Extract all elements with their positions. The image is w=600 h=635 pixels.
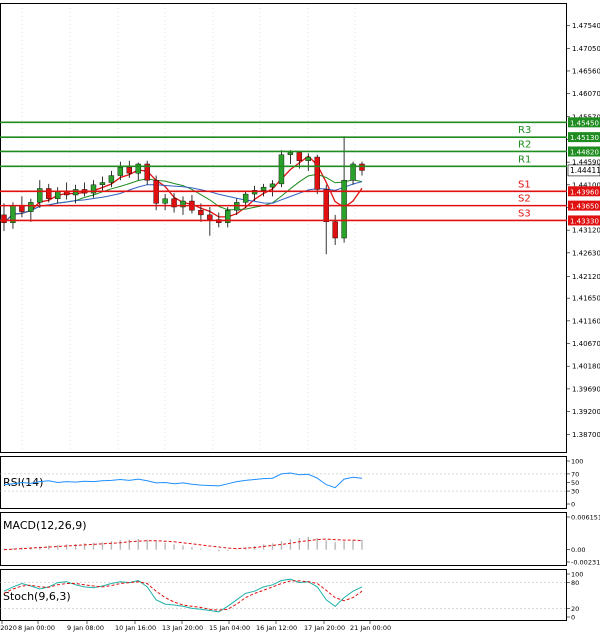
candle-body [341, 179, 347, 239]
price-tick-label: 1.39200 [572, 408, 600, 416]
time-tick-label: 15 Jan 04:00 [209, 624, 250, 632]
level-price-label: 1.43330 [570, 217, 599, 225]
stoch-tick-label: 0 [571, 614, 575, 622]
current-price-tag: 1.44411 [567, 164, 600, 177]
time-tick-label: 8 Jan 00:00 [18, 624, 55, 632]
macd-tick-label: -0.002318 [571, 559, 600, 567]
candle-body [126, 167, 133, 174]
level-price-label: 1.45450 [570, 119, 599, 127]
candle-body [162, 198, 168, 204]
price-tick-label: 1.41650 [572, 295, 600, 303]
price-tick-label: 1.47540 [572, 22, 600, 30]
level-name: S2 [518, 194, 531, 205]
price-chart: 1.475401.470501.465601.460701.455701.450… [0, 0, 600, 635]
candle-body [108, 175, 115, 183]
time-tick-label: 9 Jan 08:00 [67, 624, 104, 632]
price-tick-label: 1.43120 [572, 227, 600, 235]
candle-body [242, 193, 249, 203]
price-tick-label: 1.42120 [572, 273, 600, 281]
level-name: R3 [518, 125, 531, 136]
candle-body [260, 186, 267, 191]
level-price-label: 1.44820 [570, 148, 599, 156]
price-tick-label: 1.41160 [572, 317, 600, 325]
candle-body [63, 191, 70, 196]
level-price-label: 1.43960 [570, 188, 599, 196]
time-tick-label: 16 Jan 12:00 [256, 624, 297, 632]
price-tick-label: 1.47050 [572, 45, 600, 53]
price-tick-label: 1.39690 [572, 385, 600, 393]
price-tick-label: 1.46560 [572, 67, 600, 75]
candle-body [46, 188, 52, 199]
time-tick-label: 8 Jan 2020 [0, 624, 17, 632]
candle-body [287, 152, 294, 155]
rsi-tick-label: 0 [571, 501, 575, 509]
level-name: S3 [518, 208, 531, 219]
level-name: R1 [518, 154, 531, 165]
candle-body [278, 154, 285, 185]
candle-body [296, 152, 303, 161]
time-tick-label: 17 Jan 20:00 [304, 624, 345, 632]
level-name: R2 [518, 139, 531, 150]
level-price-label: 1.45130 [570, 134, 599, 142]
candle-body [28, 202, 34, 212]
level-price-label: 1.43650 [570, 203, 599, 211]
time-tick-label: 10 Jan 16:00 [115, 624, 156, 632]
candle-body [314, 156, 320, 190]
candle-body [332, 221, 338, 239]
stoch-title: Stoch(9,6,3) [3, 590, 71, 603]
candle-body [305, 156, 311, 161]
rsi-tick-label: 30 [571, 488, 579, 496]
candle-body [19, 205, 25, 212]
candle-body [117, 167, 124, 176]
rsi-tick-label: 50 [571, 479, 579, 487]
price-tick-label: 1.40670 [572, 340, 600, 348]
candle-body [55, 191, 61, 199]
level-name: S1 [518, 179, 531, 190]
stoch-tick-label: 100 [571, 571, 583, 579]
candle-body [1, 214, 7, 223]
candle-body [207, 214, 213, 220]
macd-tick-label: 0.00 [571, 546, 585, 554]
candle-body [99, 182, 106, 186]
time-tick-label: 13 Jan 20:00 [162, 624, 203, 632]
candle-body [269, 183, 276, 188]
candle-body [135, 163, 141, 174]
rsi-tick-label: 100 [571, 458, 583, 466]
current-price-label: 1.44411 [570, 166, 600, 175]
candle-body [359, 163, 365, 171]
price-tick-label: 1.40180 [572, 363, 600, 371]
stoch-tick-label: 20 [571, 605, 579, 613]
price-tick-label: 1.46070 [572, 90, 600, 98]
candle-body [72, 189, 79, 196]
macd-tick-label: 0.006151 [571, 514, 600, 522]
candle-body [198, 210, 204, 216]
rsi-tick-label: 70 [571, 470, 579, 478]
price-tick-label: 1.42630 [572, 249, 600, 257]
time-tick-label: 21 Jan 00:00 [350, 624, 391, 632]
price-tick-label: 1.38700 [572, 431, 600, 439]
macd-title: MACD(12,26,9) [3, 519, 87, 532]
stoch-tick-label: 80 [571, 579, 579, 587]
